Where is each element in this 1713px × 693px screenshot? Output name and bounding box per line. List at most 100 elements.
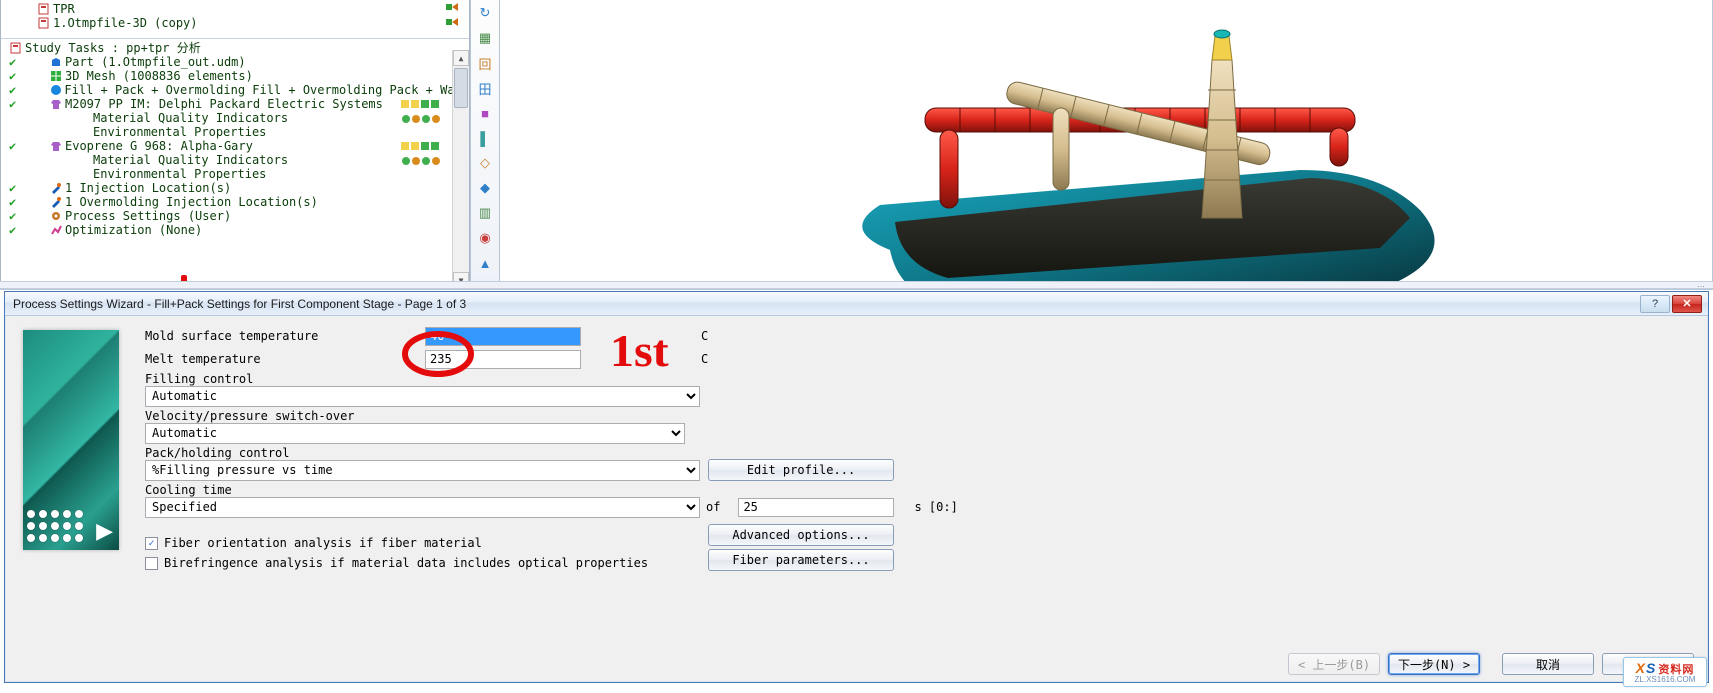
doc-icon bbox=[37, 17, 51, 29]
row-icons[interactable] bbox=[401, 141, 443, 156]
vtool-btn-8[interactable]: ▥ bbox=[474, 202, 496, 224]
tree-row[interactable]: TPR bbox=[1, 2, 469, 16]
tree-label: M2097 PP IM: Delphi Packard Electric Sys… bbox=[63, 97, 383, 111]
tree-label: Environmental Properties bbox=[91, 125, 266, 139]
check-icon: ✔ bbox=[9, 195, 21, 209]
tree-icon bbox=[49, 182, 63, 194]
tree-icon bbox=[49, 224, 63, 236]
tree-row[interactable]: ✔M2097 PP IM: Delphi Packard Electric Sy… bbox=[1, 97, 469, 111]
edit-profile-button[interactable]: Edit profile... bbox=[708, 459, 894, 481]
tree-lower-group: Study Tasks : pp+tpr 分析 ✔Part (1.Otmpfil… bbox=[1, 39, 469, 239]
dialog-title-text: Process Settings Wizard - Fill+Pack Sett… bbox=[13, 297, 466, 311]
label-filling-control: Filling control bbox=[145, 372, 1694, 386]
scroll-thumb[interactable] bbox=[454, 68, 468, 108]
tree-row[interactable]: ✔Evoprene G 968: Alpha-Gary bbox=[1, 139, 469, 153]
next-button[interactable]: 下一步(N) > bbox=[1388, 653, 1480, 675]
filling-control-select[interactable]: Automatic bbox=[145, 386, 700, 407]
mold-surface-temp-input[interactable] bbox=[425, 327, 581, 346]
velocity-switch-select[interactable]: Automatic bbox=[145, 423, 685, 444]
toolbar-icon: ◆ bbox=[480, 180, 490, 196]
row-icons[interactable] bbox=[401, 155, 443, 170]
tree-label: 1 Injection Location(s) bbox=[63, 181, 231, 195]
tree-row[interactable]: ✔ 3D Mesh (1008836 elements) bbox=[1, 69, 469, 83]
tree-row[interactable]: ✔ Process Settings (User) bbox=[1, 209, 469, 223]
tree-row[interactable]: Material Quality Indicators bbox=[1, 153, 469, 167]
vtool-btn-6[interactable]: ◇ bbox=[474, 152, 496, 174]
watermark-tail: 资料网 bbox=[1658, 664, 1694, 676]
dialog-body: ▶ Mold surface temperature C Melt temper… bbox=[5, 316, 1708, 646]
vtool-btn-2[interactable]: 回 bbox=[474, 52, 496, 74]
vertical-toolbar: ↻ ▦ 回田 ■ ▌ ◇ ◆ ▥ ◉ ▲ bbox=[470, 0, 500, 289]
tree-row[interactable]: ✔Part (1.Otmpfile_out.udm) bbox=[1, 55, 469, 69]
vtool-btn-1[interactable]: ▦ bbox=[474, 27, 496, 49]
progress-dots-icon bbox=[27, 510, 83, 542]
cooling-of-text: of bbox=[706, 500, 720, 514]
tree-label: Process Settings (User) bbox=[63, 209, 231, 223]
vtool-btn-9[interactable]: ◉ bbox=[474, 227, 496, 249]
scroll-up-icon[interactable]: ▲ bbox=[453, 50, 469, 66]
vtool-btn-7[interactable]: ◆ bbox=[474, 177, 496, 199]
dialog-titlebar[interactable]: Process Settings Wizard - Fill+Pack Sett… bbox=[5, 292, 1708, 316]
tree-icon bbox=[77, 126, 91, 138]
toolbar-icon: ▲ bbox=[479, 256, 492, 271]
label-birefringence: Birefringence analysis if material data … bbox=[164, 556, 648, 570]
cooling-time-select[interactable]: Specified bbox=[145, 497, 700, 518]
tree-row[interactable]: Environmental Properties bbox=[1, 167, 469, 181]
tree-icon bbox=[49, 196, 63, 208]
splitter-bar[interactable]: ⋯ bbox=[0, 281, 1713, 289]
wizard-banner: ▶ bbox=[23, 330, 119, 550]
study-tree-panel: TPR 1.Otmpfile-3D (copy) Study Tasks : p… bbox=[0, 0, 470, 289]
toolbar-icon: ◇ bbox=[480, 155, 490, 171]
cooling-time-value-input[interactable] bbox=[738, 498, 894, 517]
tree-row[interactable]: ✔1 Injection Location(s) bbox=[1, 181, 469, 195]
tree-label: Environmental Properties bbox=[91, 167, 266, 181]
toolbar-icon: 田 bbox=[478, 79, 491, 98]
birefringence-checkbox[interactable] bbox=[145, 557, 158, 570]
tree-label: Material Quality Indicators bbox=[91, 111, 288, 125]
tree-scrollbar[interactable]: ▲ ▼ bbox=[452, 50, 469, 288]
import-arrows-icon bbox=[445, 15, 463, 29]
tree-label: Fill + Pack + Overmolding Fill + Overmol… bbox=[62, 83, 469, 97]
tree-icon bbox=[77, 168, 91, 180]
help-button[interactable]: ? bbox=[1640, 295, 1670, 313]
vtool-btn-10[interactable]: ▲ bbox=[474, 252, 496, 274]
watermark-url: ZL.XS1616.COM bbox=[1635, 676, 1696, 684]
tree-icon bbox=[49, 70, 63, 82]
check-icon: ✔ bbox=[9, 69, 21, 83]
toolbar-icon: ▦ bbox=[479, 30, 491, 46]
tree-row[interactable]: ✔Fill + Pack + Overmolding Fill + Overmo… bbox=[1, 83, 469, 97]
check-icon: ✔ bbox=[9, 223, 21, 237]
top-area: TPR 1.Otmpfile-3D (copy) Study Tasks : p… bbox=[0, 0, 1713, 290]
vtool-btn-3[interactable]: 田 bbox=[474, 77, 496, 99]
row-icons[interactable] bbox=[401, 113, 443, 128]
toolbar-icon: ↻ bbox=[480, 5, 491, 21]
tree-label: 3D Mesh (1008836 elements) bbox=[63, 69, 253, 83]
dialog-footer: < 上一步(B) 下一步(N) > 取消 帮助 bbox=[5, 646, 1708, 682]
study-header-row[interactable]: Study Tasks : pp+tpr 分析 bbox=[1, 41, 469, 55]
advanced-options-button[interactable]: Advanced options... bbox=[708, 524, 894, 546]
fiber-parameters-button[interactable]: Fiber parameters... bbox=[708, 549, 894, 571]
tree-row[interactable]: Material Quality Indicators bbox=[1, 111, 469, 125]
pack-holding-select[interactable]: %Filling pressure vs time bbox=[145, 460, 700, 481]
tree-label: 1 Overmolding Injection Location(s) bbox=[63, 195, 318, 209]
viewport-3d[interactable] bbox=[500, 0, 1713, 289]
tree-label: Study Tasks : pp+tpr 分析 bbox=[23, 41, 201, 55]
toolbar-icon: ▥ bbox=[479, 205, 491, 221]
melt-temp-input[interactable] bbox=[425, 350, 581, 369]
tree-row[interactable]: ✔Optimization (None) bbox=[1, 223, 469, 237]
tree-row[interactable]: 1.Otmpfile-3D (copy) bbox=[1, 16, 469, 30]
model-preview-icon bbox=[660, 0, 1580, 289]
watermark-x: X bbox=[1636, 660, 1646, 676]
check-icon: ✔ bbox=[9, 209, 21, 223]
close-button[interactable]: ✕ bbox=[1672, 295, 1702, 313]
tree-row[interactable]: Environmental Properties bbox=[1, 125, 469, 139]
fiber-orientation-checkbox[interactable]: ✓ bbox=[145, 537, 158, 550]
tree-row[interactable]: ✔ 1 Overmolding Injection Location(s) bbox=[1, 195, 469, 209]
cancel-button[interactable]: 取消 bbox=[1502, 653, 1594, 675]
vtool-btn-0[interactable]: ↻ bbox=[474, 2, 496, 24]
back-button[interactable]: < 上一步(B) bbox=[1288, 653, 1380, 675]
vtool-btn-5[interactable]: ▌ bbox=[474, 127, 496, 149]
vtool-btn-4[interactable]: ■ bbox=[474, 102, 496, 124]
row-icons[interactable] bbox=[401, 99, 443, 114]
doc-icon bbox=[37, 3, 51, 15]
